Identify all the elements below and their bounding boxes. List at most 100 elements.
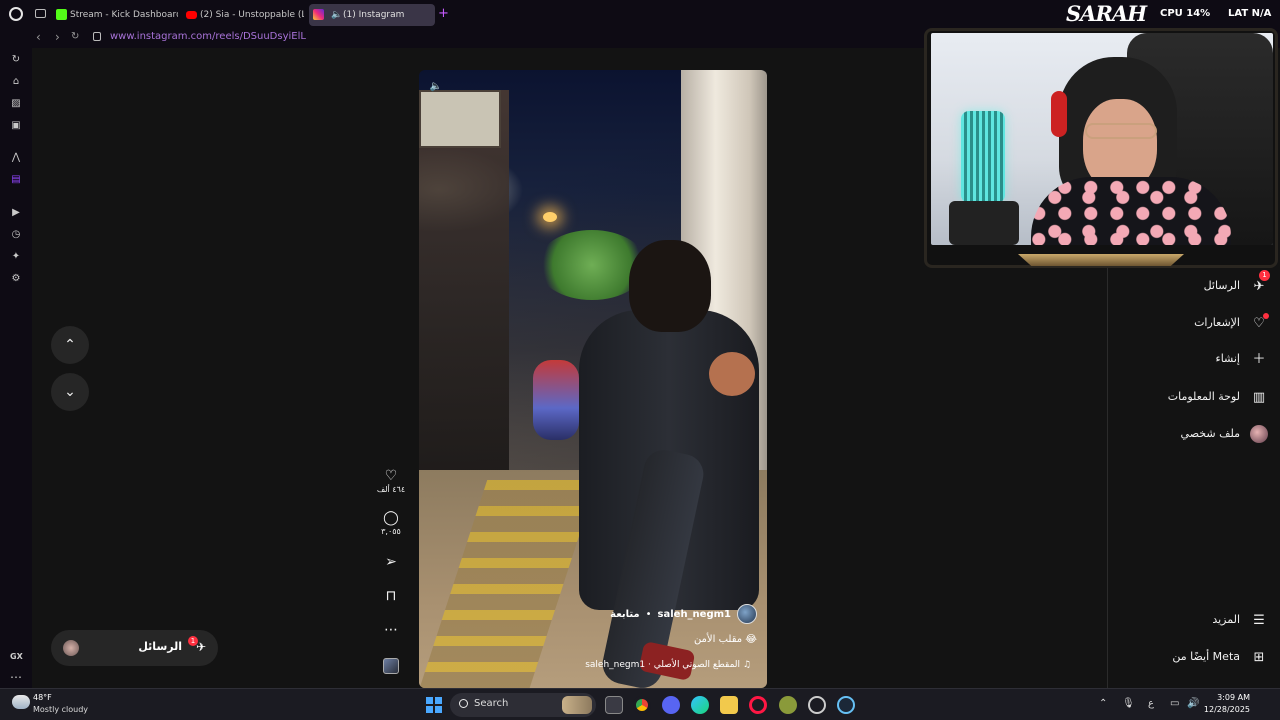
- extensions-icon[interactable]: ✦: [10, 251, 22, 263]
- person-hand: [709, 352, 755, 396]
- language-indicator[interactable]: ع: [1148, 698, 1154, 709]
- instagram-nav-rail: ✈ 1 الرسائل ♡ الإشعارات ＋ إنشاء ▥ لوحة ا…: [1107, 248, 1280, 688]
- steam-icon[interactable]: [837, 696, 855, 714]
- tab-islands-icon[interactable]: [35, 9, 46, 18]
- opera-gx-icon[interactable]: [749, 696, 767, 714]
- clock-time[interactable]: 3:09 AM: [1210, 693, 1250, 702]
- opera-logo-icon[interactable]: [9, 7, 23, 21]
- forward-icon[interactable]: ›: [55, 30, 60, 44]
- cpu-readout: CPU 14%: [1160, 8, 1211, 19]
- share-icon[interactable]: ➢: [372, 554, 410, 570]
- rail-item-create[interactable]: ＋ إنشاء: [1120, 349, 1280, 373]
- clock-date[interactable]: 12/28/2025: [1202, 705, 1250, 714]
- new-tab-button[interactable]: +: [438, 6, 449, 21]
- settings-gear-icon[interactable]: ⚙: [10, 273, 22, 285]
- rail-item-also-from-meta[interactable]: ⊞ أيضًا من Meta: [1120, 647, 1280, 671]
- streamer-clothing: [1031, 177, 1231, 245]
- messages-pill-label: الرسائل: [138, 640, 182, 653]
- obs-icon[interactable]: [808, 696, 826, 714]
- more-icon[interactable]: ⋯: [10, 670, 22, 684]
- cloud-icon[interactable]: [12, 695, 30, 709]
- tab-instagram[interactable]: 🔈 (1) Instagram: [309, 4, 435, 26]
- rail-item-more[interactable]: ☰ المزيد: [1120, 610, 1280, 634]
- windows-start-icon[interactable]: [426, 697, 442, 713]
- lock-icon[interactable]: [93, 32, 101, 41]
- messages-badge: 1: [188, 636, 198, 646]
- search-highlight-image: [562, 696, 592, 714]
- notification-dot: [1263, 313, 1269, 319]
- profile-avatar: [1250, 425, 1268, 443]
- like-action[interactable]: ♡ ٤٦٤ ألف: [372, 468, 410, 494]
- tab-youtube[interactable]: (2) Sia - Unstoppable (Ly: [182, 4, 304, 26]
- tab-label: Stream - Kick Dashboard: [70, 10, 178, 20]
- rail-item-messages[interactable]: ✈ 1 الرسائل: [1120, 270, 1280, 300]
- video-sign: [419, 90, 501, 148]
- history-icon[interactable]: ◷: [10, 229, 22, 241]
- opera-sidebar: ↻ ⌂ ▨ ▣ ⋀ ▤ ▶ ◷ ✦ ⚙ GX ⋯: [0, 48, 32, 688]
- author-name[interactable]: saleh_negm1: [658, 609, 731, 620]
- next-reel-button[interactable]: ⌄: [51, 373, 89, 411]
- chevron-up-icon[interactable]: ⌃: [1099, 698, 1107, 709]
- reel-video[interactable]: 🔈 saleh_negm1 • متابعة مقلب الأمن 😂 sale…: [419, 70, 767, 688]
- windows-taskbar: 48°F Mostly cloudy Search ⌃ 🎙 ع ▭ 🔊 3:09…: [0, 688, 1280, 720]
- back-icon[interactable]: ‹: [36, 30, 41, 44]
- edge-icon[interactable]: [691, 696, 709, 714]
- url-field[interactable]: www.instagram.com/reels/DSuuDsyiElL: [110, 31, 306, 42]
- speaker-icon[interactable]: 🔈: [331, 4, 342, 26]
- comment-action[interactable]: ◯ ٣,٠٥٥: [372, 510, 410, 536]
- audio-thumbnail[interactable]: [383, 658, 399, 674]
- reload-icon[interactable]: ↻: [71, 31, 79, 42]
- network-icon[interactable]: ▭: [1170, 698, 1179, 709]
- weather-temperature[interactable]: 48°F: [33, 693, 52, 702]
- chart-icon: ▥: [1252, 390, 1266, 405]
- mute-icon[interactable]: 🔈: [427, 78, 445, 96]
- discord-icon[interactable]: [662, 696, 680, 714]
- webcam-feed: [931, 33, 1273, 245]
- rail-item-notifications[interactable]: ♡ الإشعارات: [1120, 313, 1280, 337]
- save-action[interactable]: ⊓: [372, 588, 410, 604]
- rail-item-dashboard[interactable]: ▥ لوحة المعلومات: [1120, 387, 1280, 411]
- shopping-icon[interactable]: ⌂: [10, 76, 22, 88]
- glasses: [1085, 123, 1157, 139]
- rail-item-profile[interactable]: ملف شخصي: [1120, 424, 1280, 448]
- youtube-favicon-icon: [186, 11, 197, 19]
- heart-icon[interactable]: ♡: [372, 468, 410, 484]
- follow-button[interactable]: متابعة: [610, 609, 640, 620]
- gx-control-label[interactable]: GX: [10, 652, 23, 661]
- refresh-icon[interactable]: ↻: [10, 54, 22, 66]
- more-icon[interactable]: ⋯: [372, 622, 410, 638]
- weather-description[interactable]: Mostly cloudy: [33, 705, 88, 714]
- tab-kick-dashboard[interactable]: Stream - Kick Dashboard: [52, 4, 178, 26]
- task-view-icon[interactable]: [605, 696, 623, 714]
- search-label: Search: [474, 698, 509, 709]
- previous-reel-button[interactable]: ⌃: [51, 326, 89, 364]
- apps-grid-icon: ⊞: [1253, 650, 1265, 665]
- bookmark-icon[interactable]: ⊓: [372, 588, 410, 604]
- reel-audio[interactable]: saleh_negm1 · المقطع الصوتي الأصلي ♫: [585, 660, 751, 670]
- file-explorer-icon[interactable]: [720, 696, 738, 714]
- rail-label: أيضًا من Meta: [1172, 650, 1240, 663]
- comment-icon[interactable]: ◯: [372, 510, 410, 526]
- player-icon[interactable]: ▶: [10, 207, 22, 219]
- reel-caption[interactable]: مقلب الأمن 😂: [694, 634, 757, 645]
- share-action[interactable]: ➢: [372, 554, 410, 570]
- taskbar-search[interactable]: Search: [450, 693, 596, 717]
- headset: [1051, 91, 1067, 137]
- more-options-action[interactable]: ⋯: [372, 622, 410, 638]
- author-avatar[interactable]: [737, 604, 757, 624]
- music-note-icon: ♫: [742, 660, 751, 670]
- microphone-icon[interactable]: 🎙: [1122, 698, 1135, 709]
- volume-icon[interactable]: 🔊: [1187, 698, 1199, 709]
- messenger-icon[interactable]: ▣: [10, 120, 22, 132]
- messages-pill[interactable]: ✈ 1 الرسائل: [51, 630, 218, 666]
- kick-icon[interactable]: ⋀: [10, 152, 22, 164]
- person-head: [629, 240, 711, 332]
- app-icon[interactable]: [779, 696, 797, 714]
- tab-label: (2) Sia - Unstoppable (Ly: [200, 10, 304, 20]
- gx-cleaner-icon[interactable]: ▨: [10, 98, 22, 110]
- twitch-icon[interactable]: ▤: [10, 174, 22, 186]
- comment-count: ٣,٠٥٥: [381, 527, 401, 536]
- video-street-lamp: [543, 212, 557, 222]
- rail-label: لوحة المعلومات: [1167, 390, 1240, 403]
- chrome-icon[interactable]: [633, 696, 651, 714]
